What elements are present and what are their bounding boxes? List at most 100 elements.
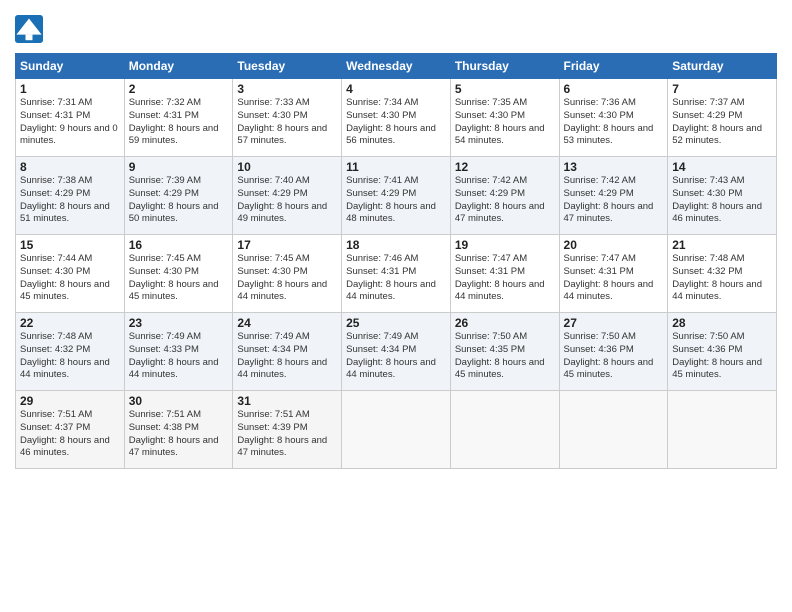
- calendar-cell: [559, 391, 668, 469]
- sunrise-text: Sunrise: 7:45 AM: [129, 253, 229, 266]
- day-number: 8: [20, 160, 120, 174]
- sunset-text: Sunset: 4:34 PM: [237, 344, 337, 357]
- day-info: Sunrise: 7:49 AM Sunset: 4:34 PM Dayligh…: [237, 331, 337, 382]
- sunset-text: Sunset: 4:29 PM: [672, 110, 772, 123]
- day-info: Sunrise: 7:36 AM Sunset: 4:30 PM Dayligh…: [564, 97, 664, 148]
- calendar-cell: 20 Sunrise: 7:47 AM Sunset: 4:31 PM Dayl…: [559, 235, 668, 313]
- sunrise-text: Sunrise: 7:40 AM: [237, 175, 337, 188]
- sunrise-text: Sunrise: 7:50 AM: [672, 331, 772, 344]
- day-info: Sunrise: 7:44 AM Sunset: 4:30 PM Dayligh…: [20, 253, 120, 304]
- sunset-text: Sunset: 4:29 PM: [346, 188, 446, 201]
- calendar-cell: 8 Sunrise: 7:38 AM Sunset: 4:29 PM Dayli…: [16, 157, 125, 235]
- daylight-text: Daylight: 8 hours and 44 minutes.: [564, 279, 664, 305]
- daylight-text: Daylight: 8 hours and 47 minutes.: [129, 435, 229, 461]
- sunset-text: Sunset: 4:29 PM: [20, 188, 120, 201]
- calendar-cell: 16 Sunrise: 7:45 AM Sunset: 4:30 PM Dayl…: [124, 235, 233, 313]
- sunrise-text: Sunrise: 7:45 AM: [237, 253, 337, 266]
- day-number: 26: [455, 316, 555, 330]
- sunset-text: Sunset: 4:30 PM: [129, 266, 229, 279]
- day-info: Sunrise: 7:38 AM Sunset: 4:29 PM Dayligh…: [20, 175, 120, 226]
- calendar-table: SundayMondayTuesdayWednesdayThursdayFrid…: [15, 53, 777, 469]
- sunrise-text: Sunrise: 7:42 AM: [455, 175, 555, 188]
- daylight-text: Daylight: 8 hours and 46 minutes.: [20, 435, 120, 461]
- day-info: Sunrise: 7:32 AM Sunset: 4:31 PM Dayligh…: [129, 97, 229, 148]
- sunrise-text: Sunrise: 7:44 AM: [20, 253, 120, 266]
- sunset-text: Sunset: 4:29 PM: [237, 188, 337, 201]
- day-number: 5: [455, 82, 555, 96]
- day-info: Sunrise: 7:41 AM Sunset: 4:29 PM Dayligh…: [346, 175, 446, 226]
- daylight-text: Daylight: 8 hours and 45 minutes.: [455, 357, 555, 383]
- calendar-cell: 25 Sunrise: 7:49 AM Sunset: 4:34 PM Dayl…: [342, 313, 451, 391]
- weekday-header: Friday: [559, 54, 668, 79]
- sunset-text: Sunset: 4:30 PM: [237, 266, 337, 279]
- sunrise-text: Sunrise: 7:46 AM: [346, 253, 446, 266]
- day-info: Sunrise: 7:48 AM Sunset: 4:32 PM Dayligh…: [672, 253, 772, 304]
- header: [15, 15, 777, 43]
- logo: [15, 15, 47, 43]
- day-number: 1: [20, 82, 120, 96]
- sunset-text: Sunset: 4:35 PM: [455, 344, 555, 357]
- sunrise-text: Sunrise: 7:43 AM: [672, 175, 772, 188]
- sunrise-text: Sunrise: 7:49 AM: [237, 331, 337, 344]
- sunrise-text: Sunrise: 7:33 AM: [237, 97, 337, 110]
- day-info: Sunrise: 7:46 AM Sunset: 4:31 PM Dayligh…: [346, 253, 446, 304]
- calendar-cell: 21 Sunrise: 7:48 AM Sunset: 4:32 PM Dayl…: [668, 235, 777, 313]
- day-number: 31: [237, 394, 337, 408]
- day-info: Sunrise: 7:45 AM Sunset: 4:30 PM Dayligh…: [129, 253, 229, 304]
- sunset-text: Sunset: 4:31 PM: [346, 266, 446, 279]
- daylight-text: Daylight: 8 hours and 44 minutes.: [346, 357, 446, 383]
- calendar-cell: 24 Sunrise: 7:49 AM Sunset: 4:34 PM Dayl…: [233, 313, 342, 391]
- daylight-text: Daylight: 8 hours and 53 minutes.: [564, 123, 664, 149]
- weekday-header: Sunday: [16, 54, 125, 79]
- day-info: Sunrise: 7:51 AM Sunset: 4:38 PM Dayligh…: [129, 409, 229, 460]
- calendar-cell: 7 Sunrise: 7:37 AM Sunset: 4:29 PM Dayli…: [668, 79, 777, 157]
- weekday-header: Saturday: [668, 54, 777, 79]
- sunrise-text: Sunrise: 7:50 AM: [455, 331, 555, 344]
- day-number: 25: [346, 316, 446, 330]
- day-number: 6: [564, 82, 664, 96]
- daylight-text: Daylight: 8 hours and 50 minutes.: [129, 201, 229, 227]
- daylight-text: Daylight: 8 hours and 44 minutes.: [237, 279, 337, 305]
- day-number: 23: [129, 316, 229, 330]
- page: SundayMondayTuesdayWednesdayThursdayFrid…: [0, 0, 792, 612]
- calendar-week-row: 8 Sunrise: 7:38 AM Sunset: 4:29 PM Dayli…: [16, 157, 777, 235]
- sunset-text: Sunset: 4:34 PM: [346, 344, 446, 357]
- daylight-text: Daylight: 8 hours and 47 minutes.: [237, 435, 337, 461]
- calendar-cell: 31 Sunrise: 7:51 AM Sunset: 4:39 PM Dayl…: [233, 391, 342, 469]
- sunset-text: Sunset: 4:31 PM: [20, 110, 120, 123]
- day-number: 22: [20, 316, 120, 330]
- calendar-cell: 23 Sunrise: 7:49 AM Sunset: 4:33 PM Dayl…: [124, 313, 233, 391]
- calendar-cell: [342, 391, 451, 469]
- calendar-cell: 4 Sunrise: 7:34 AM Sunset: 4:30 PM Dayli…: [342, 79, 451, 157]
- day-info: Sunrise: 7:42 AM Sunset: 4:29 PM Dayligh…: [564, 175, 664, 226]
- day-info: Sunrise: 7:51 AM Sunset: 4:37 PM Dayligh…: [20, 409, 120, 460]
- sunset-text: Sunset: 4:30 PM: [237, 110, 337, 123]
- daylight-text: Daylight: 8 hours and 57 minutes.: [237, 123, 337, 149]
- daylight-text: Daylight: 8 hours and 45 minutes.: [564, 357, 664, 383]
- day-number: 21: [672, 238, 772, 252]
- weekday-header-row: SundayMondayTuesdayWednesdayThursdayFrid…: [16, 54, 777, 79]
- logo-icon: [15, 15, 43, 43]
- daylight-text: Daylight: 8 hours and 47 minutes.: [564, 201, 664, 227]
- daylight-text: Daylight: 8 hours and 44 minutes.: [129, 357, 229, 383]
- sunset-text: Sunset: 4:30 PM: [672, 188, 772, 201]
- sunset-text: Sunset: 4:38 PM: [129, 422, 229, 435]
- sunrise-text: Sunrise: 7:49 AM: [129, 331, 229, 344]
- calendar-cell: 15 Sunrise: 7:44 AM Sunset: 4:30 PM Dayl…: [16, 235, 125, 313]
- day-number: 13: [564, 160, 664, 174]
- calendar-cell: 17 Sunrise: 7:45 AM Sunset: 4:30 PM Dayl…: [233, 235, 342, 313]
- day-info: Sunrise: 7:33 AM Sunset: 4:30 PM Dayligh…: [237, 97, 337, 148]
- sunrise-text: Sunrise: 7:34 AM: [346, 97, 446, 110]
- sunset-text: Sunset: 4:31 PM: [455, 266, 555, 279]
- daylight-text: Daylight: 8 hours and 59 minutes.: [129, 123, 229, 149]
- day-number: 18: [346, 238, 446, 252]
- day-number: 10: [237, 160, 337, 174]
- day-number: 19: [455, 238, 555, 252]
- day-info: Sunrise: 7:31 AM Sunset: 4:31 PM Dayligh…: [20, 97, 120, 148]
- calendar-cell: 28 Sunrise: 7:50 AM Sunset: 4:36 PM Dayl…: [668, 313, 777, 391]
- sunset-text: Sunset: 4:30 PM: [564, 110, 664, 123]
- calendar-cell: 29 Sunrise: 7:51 AM Sunset: 4:37 PM Dayl…: [16, 391, 125, 469]
- sunset-text: Sunset: 4:32 PM: [20, 344, 120, 357]
- daylight-text: Daylight: 8 hours and 44 minutes.: [237, 357, 337, 383]
- calendar-cell: 1 Sunrise: 7:31 AM Sunset: 4:31 PM Dayli…: [16, 79, 125, 157]
